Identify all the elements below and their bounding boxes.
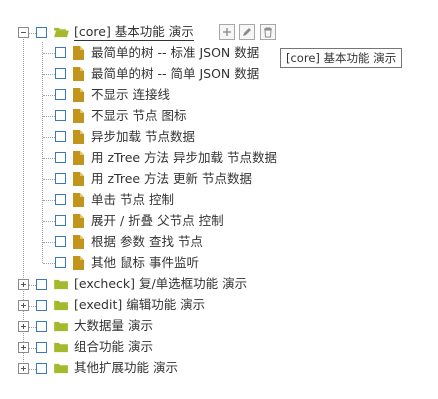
node-label[interactable]: 不显示 连接线 <box>91 87 170 103</box>
node-checkbox[interactable] <box>55 215 66 226</box>
tree-connector-line <box>43 74 55 75</box>
node-checkbox[interactable] <box>55 131 66 142</box>
folder-icon <box>54 342 68 353</box>
tree-connector-line <box>43 179 55 180</box>
node-label[interactable]: [exedit] 编辑功能 演示 <box>74 297 205 313</box>
folder-icon <box>54 300 68 311</box>
document-icon <box>73 88 84 102</box>
document-icon <box>73 256 84 270</box>
node-label[interactable]: 大数据量 演示 <box>74 318 153 334</box>
tree-node-child[interactable]: 单击 节点 控制 <box>0 190 438 211</box>
node-label[interactable]: 最简单的树 -- 标准 JSON 数据 <box>91 45 259 61</box>
tree-connector-line <box>29 306 36 307</box>
node-label[interactable]: 不显示 节点 图标 <box>91 108 186 124</box>
node-label[interactable]: 用 zTree 方法 更新 节点数据 <box>91 171 252 187</box>
tree-node-child[interactable]: 其他 鼠标 事件监听 <box>0 253 438 274</box>
tree-connector-line <box>43 221 55 222</box>
expand-switch-icon[interactable] <box>18 363 29 374</box>
document-icon <box>73 46 84 60</box>
node-checkbox[interactable] <box>36 321 47 332</box>
ztree: [core] 基本功能 演示 最简单的树 -- 标准 JSON 数据 最简单的树… <box>0 0 438 399</box>
expand-switch-icon[interactable] <box>18 279 29 290</box>
node-label[interactable]: 用 zTree 方法 异步加载 节点数据 <box>91 150 277 166</box>
node-checkbox[interactable] <box>55 68 66 79</box>
node-label[interactable]: [core] 基本功能 演示 <box>74 24 194 41</box>
tree-node-child[interactable]: 异步加载 节点数据 <box>0 127 438 148</box>
tree-node-child[interactable]: 根据 参数 查找 节点 <box>0 232 438 253</box>
node-checkbox[interactable] <box>55 173 66 184</box>
tree-connector-line <box>43 242 55 243</box>
tree-connector-line <box>29 348 36 349</box>
tree-connector-line <box>29 369 36 370</box>
node-checkbox[interactable] <box>55 152 66 163</box>
remove-node-button[interactable] <box>260 24 276 40</box>
tree-connector-line <box>29 285 36 286</box>
tree-connector-line <box>29 33 36 34</box>
tree-node-combo[interactable]: 组合功能 演示 <box>0 337 438 358</box>
document-icon <box>73 214 84 228</box>
expand-switch-icon[interactable] <box>18 300 29 311</box>
node-label[interactable]: 根据 参数 查找 节点 <box>91 234 203 250</box>
node-checkbox[interactable] <box>55 89 66 100</box>
tree-node-exedit[interactable]: [exedit] 编辑功能 演示 <box>0 295 438 316</box>
document-icon <box>73 172 84 186</box>
node-checkbox[interactable] <box>36 342 47 353</box>
node-label[interactable]: 其他扩展功能 演示 <box>74 360 178 376</box>
node-label[interactable]: 其他 鼠标 事件监听 <box>91 255 199 271</box>
tree-node-other-ext[interactable]: 其他扩展功能 演示 <box>0 358 438 379</box>
document-icon <box>73 235 84 249</box>
edit-node-button[interactable] <box>239 24 255 40</box>
folder-icon <box>54 363 68 374</box>
document-icon <box>73 151 84 165</box>
node-label[interactable]: 展开 / 折叠 父节点 控制 <box>91 213 224 229</box>
tree-connector-line <box>43 137 55 138</box>
tree-node-child[interactable]: 展开 / 折叠 父节点 控制 <box>0 211 438 232</box>
pencil-icon <box>243 28 251 36</box>
node-checkbox[interactable] <box>55 110 66 121</box>
node-tooltip: [core] 基本功能 演示 <box>280 48 403 68</box>
tree-connector-line <box>43 158 55 159</box>
folder-icon <box>54 321 68 332</box>
tree-node-child[interactable]: 不显示 连接线 <box>0 85 438 106</box>
node-checkbox[interactable] <box>36 300 47 311</box>
tree-connector-line <box>43 263 55 264</box>
tree-node-core[interactable]: [core] 基本功能 演示 <box>0 22 438 43</box>
tree-connector-line <box>43 116 55 117</box>
tree-node-child[interactable]: 用 zTree 方法 异步加载 节点数据 <box>0 148 438 169</box>
node-checkbox[interactable] <box>55 236 66 247</box>
document-icon <box>73 109 84 123</box>
node-checkbox[interactable] <box>36 27 47 38</box>
node-label[interactable]: 异步加载 节点数据 <box>91 129 195 145</box>
expand-switch-icon[interactable] <box>18 342 29 353</box>
folder-open-icon <box>54 27 69 38</box>
tree-node-excheck[interactable]: [excheck] 复/单选框功能 演示 <box>0 274 438 295</box>
add-node-button[interactable] <box>219 24 235 40</box>
trash-icon <box>264 27 272 38</box>
plus-icon <box>223 28 231 36</box>
node-label[interactable]: 组合功能 演示 <box>74 339 153 355</box>
node-checkbox[interactable] <box>55 47 66 58</box>
tree-connector-line <box>43 200 55 201</box>
expand-switch-icon[interactable] <box>18 321 29 332</box>
tree-connector-line <box>29 327 36 328</box>
collapse-switch-icon[interactable] <box>18 27 29 38</box>
tree-connector-line <box>43 95 55 96</box>
node-label[interactable]: [excheck] 复/单选框功能 演示 <box>74 276 247 292</box>
document-icon <box>73 67 84 81</box>
node-label[interactable]: 单击 节点 控制 <box>91 192 174 208</box>
node-checkbox[interactable] <box>36 279 47 290</box>
tree-node-child[interactable]: 用 zTree 方法 更新 节点数据 <box>0 169 438 190</box>
document-icon <box>73 193 84 207</box>
node-checkbox[interactable] <box>55 257 66 268</box>
tree-node-child[interactable]: 不显示 节点 图标 <box>0 106 438 127</box>
document-icon <box>73 130 84 144</box>
node-checkbox[interactable] <box>55 194 66 205</box>
node-label[interactable]: 最简单的树 -- 简单 JSON 数据 <box>91 66 259 82</box>
tree-node-bigdata[interactable]: 大数据量 演示 <box>0 316 438 337</box>
node-checkbox[interactable] <box>36 363 47 374</box>
folder-icon <box>54 279 68 290</box>
tree-connector-line <box>43 53 55 54</box>
